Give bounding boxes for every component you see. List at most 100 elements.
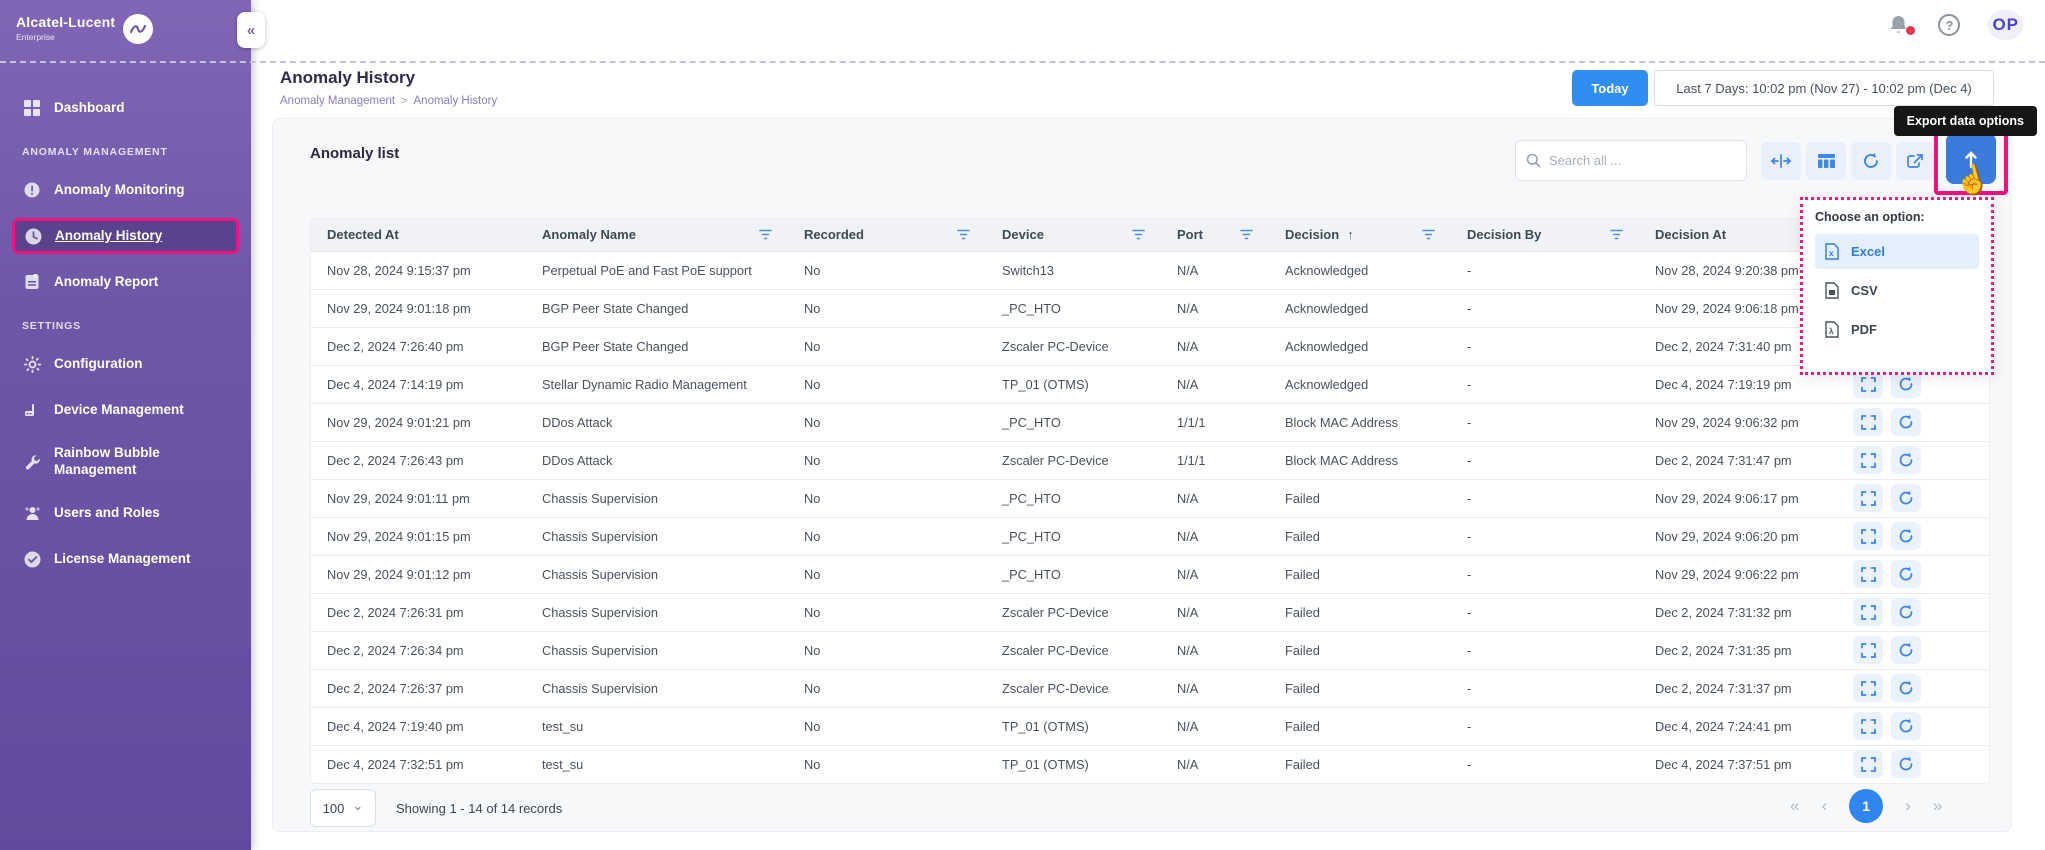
topbar-actions: ? OP: [1888, 10, 2023, 40]
current-page-button[interactable]: 1: [1849, 789, 1884, 823]
export-option-csv[interactable]: CSV: [1815, 273, 1979, 308]
export-option-label: CSV: [1851, 283, 1878, 298]
sidebar-item-label: Device Management: [54, 401, 184, 417]
sidebar-item-anomaly-history[interactable]: Anomaly History: [12, 218, 239, 254]
cell-port: N/A: [1161, 479, 1269, 518]
fullscreen-icon: [1860, 452, 1876, 468]
cell-recorded: No: [788, 517, 986, 556]
table-row[interactable]: Dec 4, 2024 7:32:51 pm test_su No TP_01 …: [311, 745, 1989, 783]
expand-row-button[interactable]: [1853, 674, 1883, 702]
brand-logo: Alcatel-Lucent Enterprise: [0, 0, 251, 62]
expand-row-button[interactable]: [1853, 446, 1883, 474]
export-option-pdf[interactable]: λ PDF: [1815, 312, 1979, 347]
expand-row-button[interactable]: [1853, 750, 1883, 779]
fit-columns-button[interactable]: [1761, 142, 1801, 180]
cell-recorded: No: [788, 631, 986, 670]
open-external-button[interactable]: [1896, 142, 1934, 180]
redo-decision-button[interactable]: [1891, 408, 1921, 436]
today-button[interactable]: Today: [1572, 70, 1648, 106]
cell-detected-at: Dec 2, 2024 7:26:31 pm: [311, 593, 526, 632]
cell-decision: Failed: [1269, 479, 1451, 518]
svg-text:λ: λ: [1829, 327, 1834, 336]
table-row[interactable]: Dec 2, 2024 7:26:40 pm BGP Peer State Ch…: [311, 327, 1989, 366]
table-row[interactable]: Nov 29, 2024 9:01:11 pm Chassis Supervis…: [311, 479, 1989, 518]
table-row[interactable]: Nov 29, 2024 9:01:18 pm BGP Peer State C…: [311, 289, 1989, 328]
breadcrumb: Anomaly Management > Anomaly History: [280, 95, 497, 107]
sidebar-item-dashboard[interactable]: Dashboard: [12, 90, 239, 126]
expand-row-button[interactable]: [1853, 408, 1883, 436]
redo-decision-button[interactable]: [1891, 560, 1921, 588]
search-input[interactable]: [1549, 153, 1736, 168]
notifications-button[interactable]: [1888, 14, 1916, 36]
redo-icon: [1899, 528, 1913, 543]
column-header-decision[interactable]: Decision ↑: [1269, 219, 1451, 252]
fullscreen-icon: [1860, 604, 1876, 620]
page-size-select[interactable]: 100 ⌄: [310, 789, 376, 827]
next-page-button[interactable]: ›: [1905, 796, 1911, 816]
table-row[interactable]: Dec 4, 2024 7:14:19 pm Stellar Dynamic R…: [311, 365, 1989, 404]
refresh-button[interactable]: [1851, 142, 1891, 180]
expand-row-button[interactable]: [1853, 712, 1883, 740]
sidebar-collapse-button[interactable]: «: [237, 12, 265, 48]
sidebar-item-users-and-roles[interactable]: Users and Roles: [12, 496, 239, 532]
cell-recorded: No: [788, 289, 986, 328]
prev-page-button[interactable]: ‹: [1821, 796, 1827, 816]
table-row[interactable]: Dec 2, 2024 7:26:31 pm Chassis Supervisi…: [311, 593, 1989, 632]
cell-anomaly-name: Chassis Supervision: [526, 669, 788, 708]
table-row[interactable]: Nov 29, 2024 9:01:21 pm DDos Attack No _…: [311, 403, 1989, 442]
column-header-device[interactable]: Device: [986, 219, 1161, 252]
redo-decision-button[interactable]: [1891, 712, 1921, 740]
breadcrumb-item[interactable]: Anomaly Management: [280, 95, 395, 107]
expand-row-button[interactable]: [1853, 484, 1883, 512]
table-row[interactable]: Nov 28, 2024 9:15:37 pm Perpetual PoE an…: [311, 251, 1989, 290]
column-header-decision-by[interactable]: Decision By: [1451, 219, 1639, 252]
expand-row-button[interactable]: [1853, 522, 1883, 550]
table-row[interactable]: Nov 29, 2024 9:01:12 pm Chassis Supervis…: [311, 555, 1989, 594]
redo-decision-button[interactable]: [1891, 750, 1921, 779]
cell-anomaly-name: BGP Peer State Changed: [526, 327, 788, 366]
table-row[interactable]: Nov 29, 2024 9:01:15 pm Chassis Supervis…: [311, 517, 1989, 556]
help-button[interactable]: ?: [1938, 14, 1961, 36]
table-row[interactable]: Dec 2, 2024 7:26:37 pm Chassis Supervisi…: [311, 669, 1989, 708]
cell-decision-by: -: [1451, 707, 1639, 746]
sidebar-item-label: License Management: [54, 551, 191, 567]
cell-recorded: No: [788, 441, 986, 480]
redo-decision-button[interactable]: [1891, 636, 1921, 664]
sidebar-item-configuration[interactable]: Configuration: [12, 346, 239, 382]
date-range-picker[interactable]: Last 7 Days: 10:02 pm (Nov 27) - 10:02 p…: [1654, 70, 1994, 106]
cell-decision-by: -: [1451, 555, 1639, 594]
redo-decision-button[interactable]: [1891, 598, 1921, 626]
table-row[interactable]: Dec 4, 2024 7:19:40 pm test_su No TP_01 …: [311, 707, 1989, 746]
cell-device: Zscaler PC-Device: [986, 669, 1161, 708]
columns-button[interactable]: [1806, 142, 1846, 180]
sidebar-item-device-management[interactable]: Device Management: [12, 392, 239, 428]
cell-decision-at: Dec 2, 2024 7:31:35 pm: [1639, 631, 1837, 670]
sidebar-item-anomaly-monitoring[interactable]: Anomaly Monitoring: [12, 172, 239, 208]
expand-row-button[interactable]: [1853, 636, 1883, 664]
redo-icon: [1899, 376, 1913, 391]
redo-decision-button[interactable]: [1891, 522, 1921, 550]
expand-row-button[interactable]: [1853, 598, 1883, 626]
last-page-button[interactable]: »: [1933, 796, 1942, 816]
column-header-anomaly-name[interactable]: Anomaly Name: [526, 219, 788, 252]
export-option-excel[interactable]: x Excel: [1815, 234, 1979, 269]
column-header-recorded[interactable]: Recorded: [788, 219, 986, 252]
column-header-detected-at[interactable]: Detected At: [311, 219, 526, 252]
breadcrumb-item[interactable]: Anomaly History: [414, 95, 498, 107]
cell-recorded: No: [788, 327, 986, 366]
cell-decision: Acknowledged: [1269, 289, 1451, 328]
sidebar-item-rainbow-bubble-management[interactable]: Rainbow Bubble Management: [12, 438, 239, 486]
column-header-port[interactable]: Port: [1161, 219, 1269, 252]
avatar-initials: OP: [1992, 15, 2019, 34]
sidebar-item-license-management[interactable]: License Management: [12, 542, 239, 578]
user-avatar[interactable]: OP: [1988, 10, 2023, 40]
redo-decision-button[interactable]: [1891, 484, 1921, 512]
expand-row-button[interactable]: [1853, 560, 1883, 588]
sidebar-item-anomaly-report[interactable]: Anomaly Report: [12, 264, 239, 300]
redo-decision-button[interactable]: [1891, 674, 1921, 702]
cell-decision-at: Nov 29, 2024 9:06:32 pm: [1639, 403, 1837, 442]
redo-decision-button[interactable]: [1891, 446, 1921, 474]
first-page-button[interactable]: «: [1790, 796, 1799, 816]
table-row[interactable]: Dec 2, 2024 7:26:34 pm Chassis Supervisi…: [311, 631, 1989, 670]
table-row[interactable]: Dec 2, 2024 7:26:43 pm DDos Attack No Zs…: [311, 441, 1989, 480]
